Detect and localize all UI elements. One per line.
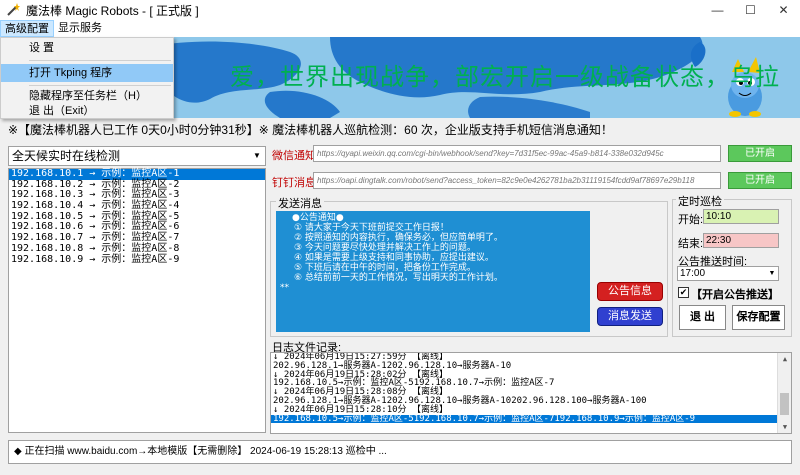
maximize-button[interactable]: ☐: [734, 0, 767, 20]
monitor-mode-select[interactable]: 全天候实时在线检测 ▼: [8, 146, 266, 166]
host-list-item[interactable]: 192.168.10.9 → 示例：监控A区-9: [9, 254, 265, 266]
notice-info-button[interactable]: 公告信息: [597, 282, 663, 301]
host-list-item[interactable]: 192.168.10.8 → 示例：监控A区-8: [9, 243, 265, 255]
push-time-select[interactable]: 17:00 ▼: [677, 266, 779, 281]
menu-hide-to-tray[interactable]: 隐藏程序至任务栏（H）: [1, 89, 173, 104]
menu-open-tkping[interactable]: 打开 Tkping 程序: [1, 64, 173, 82]
push-notice-label: 【开启公告推送】: [691, 289, 779, 301]
dingtalk-webhook-input[interactable]: https://oapi.dingtalk.com/robot/send?acc…: [313, 172, 721, 189]
scrollbar-thumb[interactable]: [780, 393, 789, 415]
work-status-text: ※【魔法棒机器人已工作 0天0小时0分钟31秒】※ 魔法棒机器人巡航检测：60 …: [8, 123, 613, 137]
message-line: **: [280, 283, 289, 293]
log-list[interactable]: ↓ 2024年06月19日15:27:59分 【离线】 202.96.128.1→…: [270, 352, 792, 434]
monitor-mode-value: 全天候实时在线检测: [12, 149, 121, 163]
menu-bar: 高级配置 显示服务: [0, 20, 800, 37]
save-config-button[interactable]: 保存配置: [732, 305, 785, 330]
chevron-down-icon: ▼: [768, 270, 776, 277]
window-title: 魔法棒 Magic Robots - [ 正式版 ]: [26, 3, 199, 18]
start-time-label: 开始:: [678, 214, 704, 226]
timed-inspection-title: 定时巡检: [676, 193, 724, 209]
end-time-label: 结束:: [678, 238, 704, 250]
menu-advanced-config[interactable]: 高级配置: [0, 20, 54, 37]
message-line: ③ 今天问题要尽快处理并解决工作上的问题。: [294, 243, 476, 253]
push-notice-checkbox[interactable]: ✔: [678, 287, 689, 298]
advanced-config-dropdown: 设 置 打开 Tkping 程序 隐藏程序至任务栏（H） 退 出（Exit）: [0, 37, 174, 119]
message-line: ⑤ 下班后请在中午的时间，把备份工作完成。: [294, 263, 476, 273]
send-message-button[interactable]: 消息发送: [597, 307, 663, 326]
log-scrollbar[interactable]: ▲ ▼: [777, 353, 791, 433]
wechat-enabled-button[interactable]: 已开启: [728, 145, 792, 162]
close-button[interactable]: ✕: [767, 0, 800, 20]
menu-settings[interactable]: 设 置: [1, 39, 173, 57]
message-line: ① 请大家于今天下班前提交工作日报！: [294, 223, 449, 233]
scroll-up-icon[interactable]: ▲: [778, 353, 791, 365]
message-line: ② 按照通知的内容执行，确保务必，但应简单明了。: [294, 233, 503, 243]
menu-separator: [29, 60, 171, 61]
message-textarea[interactable]: ●公告通知● ① 请大家于今天下班前提交工作日报！ ② 按照通知的内容执行，确保务必…: [276, 211, 590, 332]
menu-separator: [29, 85, 171, 86]
end-time-input[interactable]: 22:30: [703, 233, 779, 248]
menu-show-service[interactable]: 显示服务: [54, 20, 106, 37]
start-time-input[interactable]: 10:10: [703, 209, 779, 224]
message-line: ⑥ 总结前前一天的工作情况，写出明天的工作计划。: [294, 273, 503, 283]
magic-wand-icon: [6, 3, 20, 17]
banner-scroll-text: 爱，世界出现战争，部宏开启一级战备状态，乌拉: [230, 63, 780, 91]
menu-exit[interactable]: 退 出（Exit）: [1, 104, 173, 119]
dingtalk-enabled-button[interactable]: 已开启: [728, 172, 792, 189]
push-time-value: 17:00: [680, 268, 706, 279]
host-list[interactable]: 192.168.10.1 → 示例：监控A区-1 192.168.10.2 → 示…: [8, 168, 266, 433]
chevron-down-icon: ▼: [253, 151, 261, 160]
send-message-title: 发送消息: [276, 195, 324, 211]
log-row[interactable]: 192.168.10.5→示例：监控A区-5192.168.10.7→示例：监控…: [271, 414, 791, 424]
title-bar: 魔法棒 Magic Robots - [ 正式版 ] — ☐ ✕: [0, 0, 800, 20]
wechat-webhook-input[interactable]: https://qyapi.weixin.qq.com/cgi-bin/webh…: [313, 145, 721, 162]
scroll-down-icon[interactable]: ▼: [778, 421, 791, 433]
exit-button[interactable]: 退 出: [679, 305, 726, 330]
minimize-button[interactable]: —: [701, 0, 734, 20]
message-line: ●公告通知●: [292, 213, 344, 223]
status-bar: ◆ 正在扫描 www.baidu.com→本地模版【无需删除】 2024-06-…: [8, 440, 792, 464]
message-line: ④ 如果是需要上级支持和同事协助，应提出建议。: [294, 253, 494, 263]
